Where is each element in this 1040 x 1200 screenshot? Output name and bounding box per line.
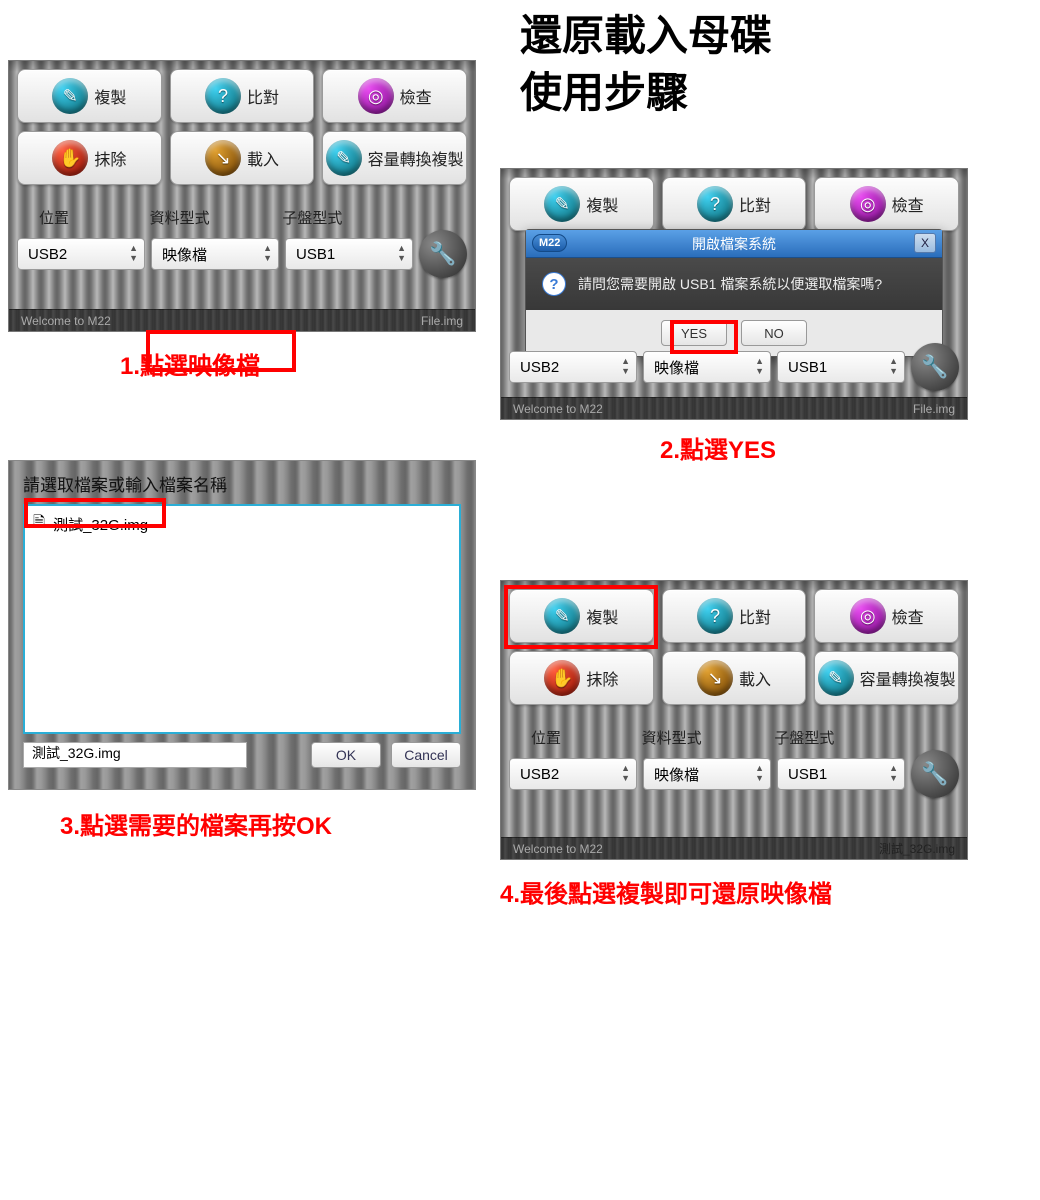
cancel-button[interactable]: Cancel: [391, 742, 461, 768]
load-button[interactable]: ↘ 載入: [170, 131, 315, 185]
caption-step3: 3.點選需要的檔案再按OK: [60, 806, 332, 841]
compare-button[interactable]: ? 比對: [662, 177, 807, 231]
label-subtype: 子盤型式: [774, 727, 901, 748]
label-datatype: 資料型式: [642, 727, 769, 748]
select-subtype-value: USB1: [296, 246, 335, 263]
load-label: 載入: [247, 146, 279, 170]
highlight-step3: [24, 498, 166, 528]
capacity-icon: ✎: [818, 660, 854, 696]
select-subtype[interactable]: USB1 ▲▼: [777, 351, 905, 383]
panel-step2: ✎ 複製 ? 比對 ◎ 檢查 M22 開啟檔案系統 X ? 請問您需要開啟 US…: [500, 168, 968, 420]
capacity-icon: ✎: [326, 140, 362, 176]
compare-label: 比對: [247, 84, 279, 108]
load-button[interactable]: ↘ 載入: [662, 651, 807, 705]
select-datatype-value: 映像檔: [162, 244, 207, 265]
compare-button[interactable]: ? 比對: [662, 589, 807, 643]
label-location: 位置: [509, 727, 636, 748]
select-datatype[interactable]: 映像檔 ▲▼: [643, 758, 771, 790]
select-subtype[interactable]: USB1 ▲▼: [777, 758, 905, 790]
load-icon: ↘: [697, 660, 733, 696]
panel-step1: ✎ 複製 ? 比對 ◎ 檢查 ✋ 抹除 ↘ 載入 ✎ 容量轉換複製 位置 資料型…: [8, 60, 476, 332]
copy-icon: ✎: [52, 78, 88, 114]
status-file: File.img: [421, 314, 463, 328]
status-bar: Welcome to M22 File.img: [501, 397, 967, 419]
caption-step1: 1.點選映像檔: [120, 346, 260, 381]
chevron-updown-icon: ▲▼: [755, 356, 764, 376]
chevron-updown-icon: ▲▼: [129, 243, 138, 263]
chevron-updown-icon: ▲▼: [621, 763, 630, 783]
erase-icon: ✋: [52, 140, 88, 176]
dialog-tag: M22: [532, 234, 567, 252]
settings-button[interactable]: 🔧: [911, 343, 959, 391]
dialog-title: 開啟檔案系統: [692, 234, 776, 254]
caption-step4: 4.最後點選複製即可還原映像檔: [500, 874, 832, 909]
select-datatype[interactable]: 映像檔 ▲▼: [151, 238, 279, 270]
compare-icon: ?: [697, 598, 733, 634]
copy-button[interactable]: ✎ 複製: [17, 69, 162, 123]
status-bar: Welcome to M22 測試_32G.img: [501, 837, 967, 859]
capacity-label: 容量轉換複製: [368, 146, 464, 170]
chevron-updown-icon: ▲▼: [889, 763, 898, 783]
settings-button[interactable]: 🔧: [419, 230, 467, 278]
erase-button[interactable]: ✋ 抹除: [17, 131, 162, 185]
dialog-message: 請問您需要開啟 USB1 檔案系統以便選取檔案嗎?: [578, 274, 882, 294]
chevron-updown-icon: ▲▼: [755, 763, 764, 783]
dialog-close-button[interactable]: X: [914, 233, 936, 253]
status-welcome: Welcome to M22: [21, 314, 111, 328]
caption-step2: 2.點選YES: [660, 430, 776, 465]
capacity-button[interactable]: ✎ 容量轉換複製: [322, 131, 467, 185]
check-icon: ◎: [850, 598, 886, 634]
capacity-button[interactable]: ✎ 容量轉換複製: [814, 651, 959, 705]
compare-button[interactable]: ? 比對: [170, 69, 315, 123]
check-icon: ◎: [358, 78, 394, 114]
check-label: 檢查: [400, 84, 432, 108]
label-subtype: 子盤型式: [282, 207, 409, 228]
highlight-step4: [504, 585, 658, 649]
select-datatype[interactable]: 映像檔 ▲▼: [643, 351, 771, 383]
erase-button[interactable]: ✋ 抹除: [509, 651, 654, 705]
check-icon: ◎: [850, 186, 886, 222]
chevron-updown-icon: ▲▼: [263, 243, 272, 263]
wrench-icon: 🔧: [429, 241, 456, 267]
erase-icon: ✋: [544, 660, 580, 696]
copy-label: 複製: [94, 84, 126, 108]
dialog-title-bar: M22 開啟檔案系統 X: [526, 230, 942, 258]
check-button[interactable]: ◎ 檢查: [814, 177, 959, 231]
file-list[interactable]: 🗎 測試_32G.img: [23, 504, 461, 734]
chevron-updown-icon: ▲▼: [621, 356, 630, 376]
highlight-step2: [670, 320, 738, 354]
select-location[interactable]: USB2 ▲▼: [509, 758, 637, 790]
question-icon: ?: [542, 272, 566, 296]
wrench-icon: 🔧: [921, 761, 948, 787]
ok-button[interactable]: OK: [311, 742, 381, 768]
wrench-icon: 🔧: [921, 354, 948, 380]
select-location[interactable]: USB2 ▲▼: [17, 238, 145, 270]
compare-icon: ?: [205, 78, 241, 114]
select-subtype[interactable]: USB1 ▲▼: [285, 238, 413, 270]
compare-icon: ?: [697, 186, 733, 222]
chevron-updown-icon: ▲▼: [397, 243, 406, 263]
check-button[interactable]: ◎ 檢查: [814, 589, 959, 643]
chevron-updown-icon: ▲▼: [889, 356, 898, 376]
status-bar: Welcome to M22 File.img: [9, 309, 475, 331]
copy-icon: ✎: [544, 186, 580, 222]
load-icon: ↘: [205, 140, 241, 176]
select-location[interactable]: USB2 ▲▼: [509, 351, 637, 383]
file-picker-title: 請選取檔案或輸入檔案名稱: [23, 471, 461, 496]
filename-input[interactable]: 測試_32G.img: [23, 742, 247, 768]
erase-label: 抹除: [94, 146, 126, 170]
check-button[interactable]: ◎ 檢查: [322, 69, 467, 123]
page-title: 還原載入母碟 使用步驟: [520, 8, 772, 121]
settings-button[interactable]: 🔧: [911, 750, 959, 798]
label-datatype: 資料型式: [150, 207, 277, 228]
copy-button[interactable]: ✎ 複製: [509, 177, 654, 231]
label-location: 位置: [17, 207, 144, 228]
select-location-value: USB2: [28, 246, 67, 263]
